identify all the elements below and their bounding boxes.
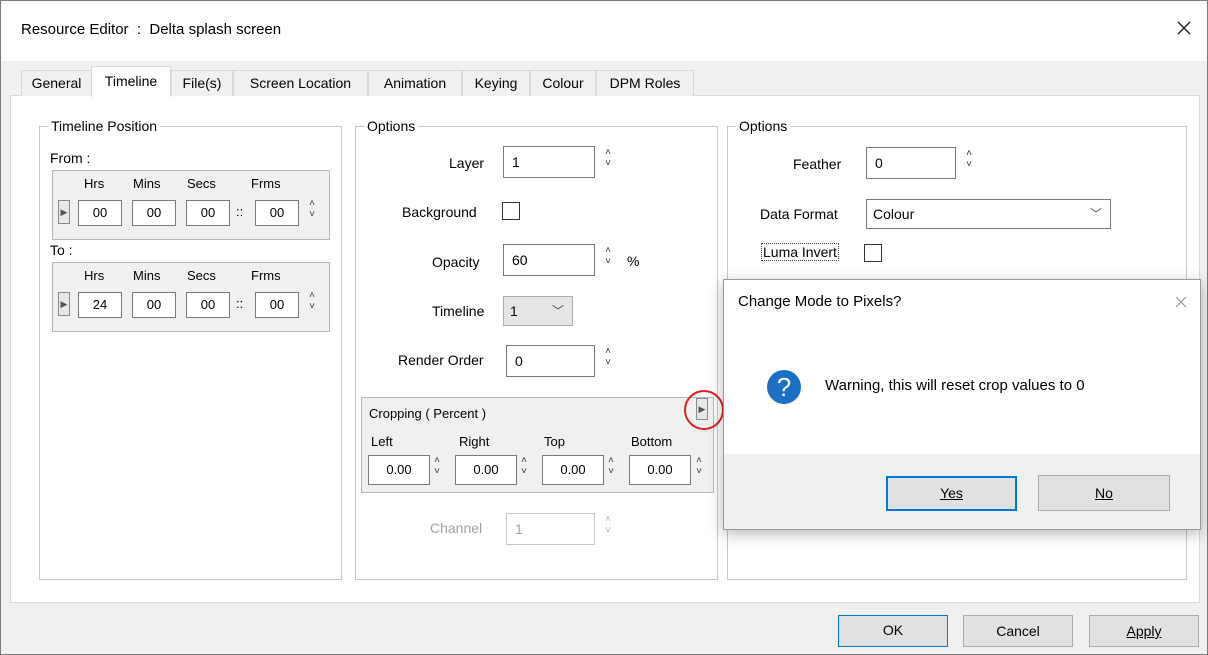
tab-timeline[interactable]: Timeline [91, 66, 171, 97]
from-mins-header: Mins [133, 176, 161, 191]
close-icon[interactable] [1172, 16, 1196, 40]
options-right-title: Options [736, 118, 791, 134]
dialog-no-button[interactable]: No [1038, 475, 1170, 511]
tab-general[interactable]: General [21, 70, 92, 96]
crop-right-header: Right [459, 434, 490, 449]
cancel-button[interactable]: Cancel [963, 615, 1073, 647]
tab-keying[interactable]: Keying [462, 70, 530, 96]
crop-top-spinner[interactable]: ˄ ˅ [605, 455, 617, 485]
render-order-spinner[interactable]: ˄ ˅ [599, 346, 617, 376]
render-order-label: Render Order [398, 352, 484, 368]
crop-left-header: Left [371, 434, 393, 449]
dialog-yes-button[interactable]: Yes [886, 476, 1017, 511]
change-mode-dialog: Change Mode to Pixels? ? Warning, this w… [723, 279, 1201, 530]
tab-animation[interactable]: Animation [368, 70, 462, 96]
cropping-title: Cropping ( Percent ) [369, 406, 487, 421]
from-secs-field[interactable]: 00 [186, 200, 230, 226]
crop-bottom-header: Bottom [631, 434, 673, 449]
feather-spinner[interactable]: ˄ ˅ [960, 148, 978, 178]
dialog-title: Change Mode to Pixels? [738, 293, 902, 310]
channel-label: Channel [430, 520, 483, 536]
timeline-select-value: 1 [510, 303, 518, 319]
from-secs-header: Secs [187, 176, 216, 191]
timeline-label: Timeline [432, 303, 485, 319]
to-hrs-header: Hrs [84, 268, 105, 283]
opacity-field[interactable]: 60 [503, 244, 595, 276]
crop-bottom-field[interactable]: 0.00 [629, 455, 691, 485]
chevron-down-icon: ﹀ [551, 304, 564, 318]
to-frms-header: Frms [251, 268, 281, 283]
to-secs-header: Secs [187, 268, 216, 283]
opacity-spinner[interactable]: ˄ ˅ [599, 245, 617, 275]
crop-top-header: Top [544, 434, 565, 449]
layer-spinner[interactable]: ˄ ˅ [599, 147, 617, 177]
from-frame-separator: :: [236, 204, 244, 219]
crop-left-field[interactable]: 0.00 [368, 455, 430, 485]
to-label: To : [50, 242, 73, 258]
to-mins-field[interactable]: 00 [132, 292, 176, 318]
from-mins-field[interactable]: 00 [132, 200, 176, 226]
opacity-unit: % [627, 253, 640, 269]
channel-field: 1 [506, 513, 595, 545]
crop-top-field[interactable]: 0.00 [542, 455, 604, 485]
chevron-down-icon: ﹀ [1089, 207, 1102, 221]
crop-right-field[interactable]: 0.00 [455, 455, 517, 485]
tab-files[interactable]: File(s) [171, 70, 233, 96]
to-expand-button[interactable]: ▶ [58, 292, 70, 316]
from-expand-button[interactable]: ▶ [58, 200, 70, 224]
to-mins-header: Mins [133, 268, 161, 283]
crop-right-spinner[interactable]: ˄ ˅ [518, 455, 530, 485]
from-frms-header: Frms [251, 176, 281, 191]
data-format-value: Colour [873, 206, 915, 222]
feather-label: Feather [793, 156, 842, 172]
from-label: From : [50, 150, 91, 166]
data-format-label: Data Format [760, 206, 838, 222]
background-label: Background [402, 204, 477, 220]
layer-label: Layer [449, 155, 485, 171]
window-title: Resource Editor : Delta splash screen [21, 21, 282, 38]
tab-dpm-roles[interactable]: DPM Roles [596, 70, 694, 96]
luma-invert-checkbox[interactable] [864, 244, 882, 262]
layer-field[interactable]: 1 [503, 146, 595, 178]
highlight-circle [684, 390, 724, 430]
timeline-select[interactable]: 1 ﹀ [503, 296, 573, 326]
to-spinner[interactable]: ˄ ˅ [303, 290, 321, 320]
ok-button[interactable]: OK [838, 615, 948, 647]
tab-screen-location[interactable]: Screen Location [233, 70, 368, 96]
from-hrs-field[interactable]: 00 [78, 200, 122, 226]
tab-colour[interactable]: Colour [530, 70, 596, 96]
render-order-field[interactable]: 0 [506, 345, 595, 377]
opacity-label: Opacity [432, 254, 480, 270]
channel-spinner: ˄ ˅ [605, 514, 611, 536]
to-frms-field[interactable]: 00 [255, 292, 299, 318]
options-middle-title: Options [364, 118, 419, 134]
to-hrs-field[interactable]: 24 [78, 292, 122, 318]
from-frms-field[interactable]: 00 [255, 200, 299, 226]
apply-button[interactable]: Apply [1089, 615, 1199, 647]
background-checkbox[interactable] [502, 202, 520, 220]
dialog-message: Warning, this will reset crop values to … [825, 377, 1085, 394]
data-format-select[interactable]: Colour ﹀ [866, 199, 1111, 229]
to-frame-separator: :: [236, 296, 244, 311]
crop-left-spinner[interactable]: ˄ ˅ [431, 455, 443, 485]
from-hrs-header: Hrs [84, 176, 105, 191]
question-icon: ? [767, 370, 801, 404]
timeline-position-title: Timeline Position [48, 118, 161, 134]
to-secs-field[interactable]: 00 [186, 292, 230, 318]
crop-bottom-spinner[interactable]: ˄ ˅ [692, 455, 706, 485]
from-spinner[interactable]: ˄ ˅ [303, 198, 321, 228]
feather-field[interactable]: 0 [866, 147, 956, 179]
luma-invert-label: Luma Invert [761, 243, 839, 261]
dialog-close-icon[interactable] [1171, 292, 1191, 312]
